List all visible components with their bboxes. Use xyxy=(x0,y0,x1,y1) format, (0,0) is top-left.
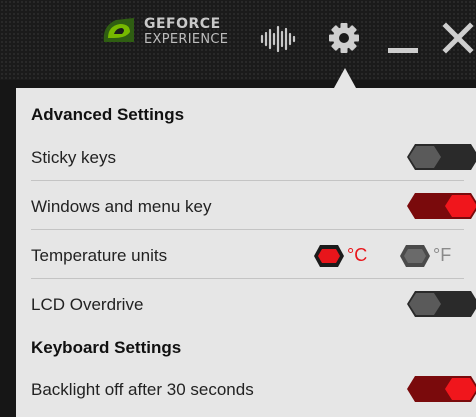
equalizer-button[interactable] xyxy=(256,16,300,60)
sticky-keys-label: Sticky keys xyxy=(31,148,117,167)
minimize-button[interactable] xyxy=(384,16,424,60)
fahrenheit-option[interactable]: °F xyxy=(399,244,459,268)
equalizer-icon xyxy=(260,25,296,53)
windows-menu-key-toggle[interactable] xyxy=(406,191,476,221)
close-icon xyxy=(442,22,474,54)
celsius-option[interactable]: °C xyxy=(313,244,373,268)
brand-line-2: EXPERIENCE xyxy=(144,32,229,47)
backlight-toggle[interactable] xyxy=(406,374,476,404)
backlight-row: Backlight off after 30 seconds xyxy=(31,368,476,412)
settings-button[interactable] xyxy=(322,16,366,60)
fahrenheit-label: °F xyxy=(433,245,452,265)
advanced-settings-title: Advanced Settings xyxy=(31,105,185,124)
windows-menu-key-label: Windows and menu key xyxy=(31,197,212,216)
close-button[interactable] xyxy=(440,16,476,60)
unselected-hex-icon xyxy=(400,245,430,267)
geforce-experience-logo: GEFORCE EXPERIENCE xyxy=(100,12,242,54)
minimize-icon xyxy=(388,48,418,53)
lcd-overdrive-label: LCD Overdrive xyxy=(31,295,144,314)
selected-hex-icon xyxy=(314,245,344,267)
title-bar: GEFORCE EXPERIENCE xyxy=(0,0,476,80)
gear-icon xyxy=(329,23,359,53)
backlight-label: Backlight off after 30 seconds xyxy=(31,380,254,399)
temperature-units-row: Temperature units °C °F xyxy=(31,234,464,279)
sticky-keys-toggle[interactable] xyxy=(406,142,476,172)
temperature-units-label: Temperature units xyxy=(31,246,168,265)
brand-line-1: GEFORCE xyxy=(144,16,221,32)
nvidia-logo-icon xyxy=(103,18,134,42)
keyboard-settings-title: Keyboard Settings xyxy=(31,338,182,357)
lcd-overdrive-row: LCD Overdrive xyxy=(31,283,476,327)
settings-popover-arrow xyxy=(334,68,356,88)
sticky-keys-row: Sticky keys xyxy=(31,136,476,181)
lcd-overdrive-toggle[interactable] xyxy=(406,289,476,319)
settings-panel: Advanced Settings Sticky keys Windows an… xyxy=(16,88,476,417)
windows-menu-key-row: Windows and menu key xyxy=(31,185,476,230)
celsius-label: °C xyxy=(347,245,368,265)
